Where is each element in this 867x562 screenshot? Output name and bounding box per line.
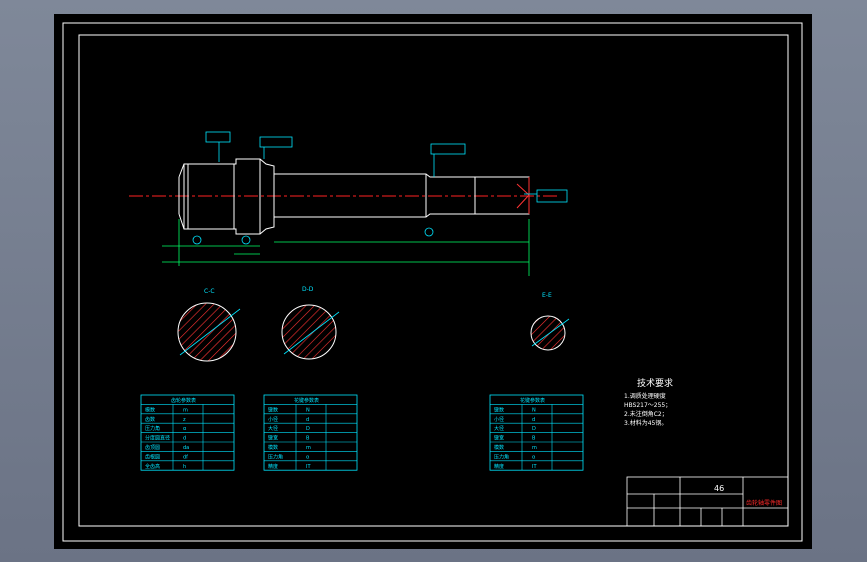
title-block-drawing-title: 齿轮轴零件图 (746, 499, 782, 507)
table-cell-symbol: d (183, 436, 186, 442)
table-cell-symbol: m (183, 407, 188, 413)
table-header: 齿轮参数表 (171, 397, 196, 404)
section-label-d: D-D (302, 286, 314, 293)
inner-drawing-frame (78, 34, 789, 527)
table-cell-param: 小径 (268, 416, 278, 423)
title-block-scale: 46 (714, 484, 724, 493)
table-cell-param: 压力角 (268, 453, 283, 460)
tech-req-item-3: 2.未注倒角C2； (624, 410, 668, 418)
section-view-d (281, 304, 340, 360)
table-cell-symbol: D (532, 426, 536, 432)
table-cell-param: 精度 (268, 463, 278, 470)
cad-drawing-viewport[interactable]: C-C D-D E-E 齿轮参数表模数 m 齿数 z 压力角 α 分度圆直径 d 齿顶圆 da 齿根… (54, 14, 812, 549)
table-cell-param: 键数 (494, 406, 504, 413)
shaft-engineering-drawing: C-C D-D E-E 齿轮参数表模数 m 齿数 z 压力角 α 分度圆直径 d 齿顶圆 da 齿根… (62, 22, 803, 542)
table-cell-param: 键宽 (494, 435, 504, 442)
table-cell-param: 模数 (494, 444, 504, 451)
table-cell-symbol: z (183, 417, 186, 423)
table-cell-symbol: h (183, 464, 186, 470)
table-cell-symbol: df (183, 454, 188, 460)
section-view-c (177, 302, 241, 362)
tech-req-item-1: 1.调质处理硬度 (624, 392, 666, 400)
table-cell-param: 小径 (494, 416, 504, 423)
table-cell-symbol: D (306, 426, 310, 432)
table-cell-param: 分度圆直径 (145, 435, 170, 442)
table-header: 花键参数表 (520, 397, 545, 404)
table-cell-param: 键数 (268, 406, 278, 413)
section-view-e (530, 315, 570, 351)
parameter-tables: 齿轮参数表模数 m 齿数 z 压力角 α 分度圆直径 d 齿顶圆 da 齿根圆 df 全齿高 h 花键参数表… (140, 394, 584, 471)
parameter-table: 花键参数表键数 N 小径 d 大径 D 键宽 B 模数 m 压力角 α 精度 IT (489, 394, 584, 471)
table-header: 花键参数表 (294, 397, 319, 404)
table-cell-symbol: α (306, 454, 310, 460)
section-label-c: C-C (204, 288, 215, 295)
dimension-lines (162, 219, 530, 276)
table-cell-param: 大径 (268, 425, 278, 432)
table-cell-symbol: IT (532, 464, 537, 470)
table-cell-param: 大径 (494, 425, 504, 432)
table-cell-symbol: d (306, 417, 309, 423)
table-cell-param: 压力角 (145, 425, 160, 432)
table-cell-symbol: m (306, 445, 311, 451)
table-cell-param: 齿顶圆 (145, 445, 160, 451)
table-cell-symbol: N (532, 407, 536, 413)
outer-sheet-border (62, 22, 803, 542)
table-cell-symbol: m (532, 445, 537, 451)
table-cell-symbol: IT (306, 464, 311, 470)
technical-requirements: 技术要求 1.调质处理硬度 HBS217～255； 2.未注倒角C2； 3.材料… (624, 377, 673, 427)
table-cell-symbol: N (306, 407, 310, 413)
table-cell-param: 全齿高 (145, 463, 160, 470)
table-cell-symbol: d (532, 417, 535, 423)
table-cell-symbol: B (306, 436, 310, 442)
parameter-table: 齿轮参数表模数 m 齿数 z 压力角 α 分度圆直径 d 齿顶圆 da 齿根圆 df 全齿高 h (140, 394, 235, 471)
table-cell-param: 模数 (268, 444, 278, 451)
table-cell-param: 齿根圆 (145, 453, 160, 460)
table-cell-symbol: α (183, 426, 187, 432)
tech-req-title: 技术要求 (637, 377, 673, 389)
table-cell-param: 精度 (494, 463, 504, 470)
table-cell-param: 键宽 (268, 435, 278, 442)
table-cell-param: 齿数 (145, 416, 155, 423)
table-cell-symbol: B (532, 436, 536, 442)
section-label-e: E-E (542, 292, 552, 299)
table-cell-param: 模数 (145, 406, 155, 413)
parameter-table: 花键参数表键数 N 小径 d 大径 D 键宽 B 模数 m 压力角 α 精度 IT (263, 394, 358, 471)
tech-req-item-4: 3.材料为45钢。 (624, 419, 667, 427)
tech-req-item-2: HBS217～255； (624, 402, 671, 409)
table-cell-param: 压力角 (494, 453, 509, 460)
table-cell-symbol: α (532, 454, 536, 460)
table-cell-symbol: da (183, 445, 189, 451)
